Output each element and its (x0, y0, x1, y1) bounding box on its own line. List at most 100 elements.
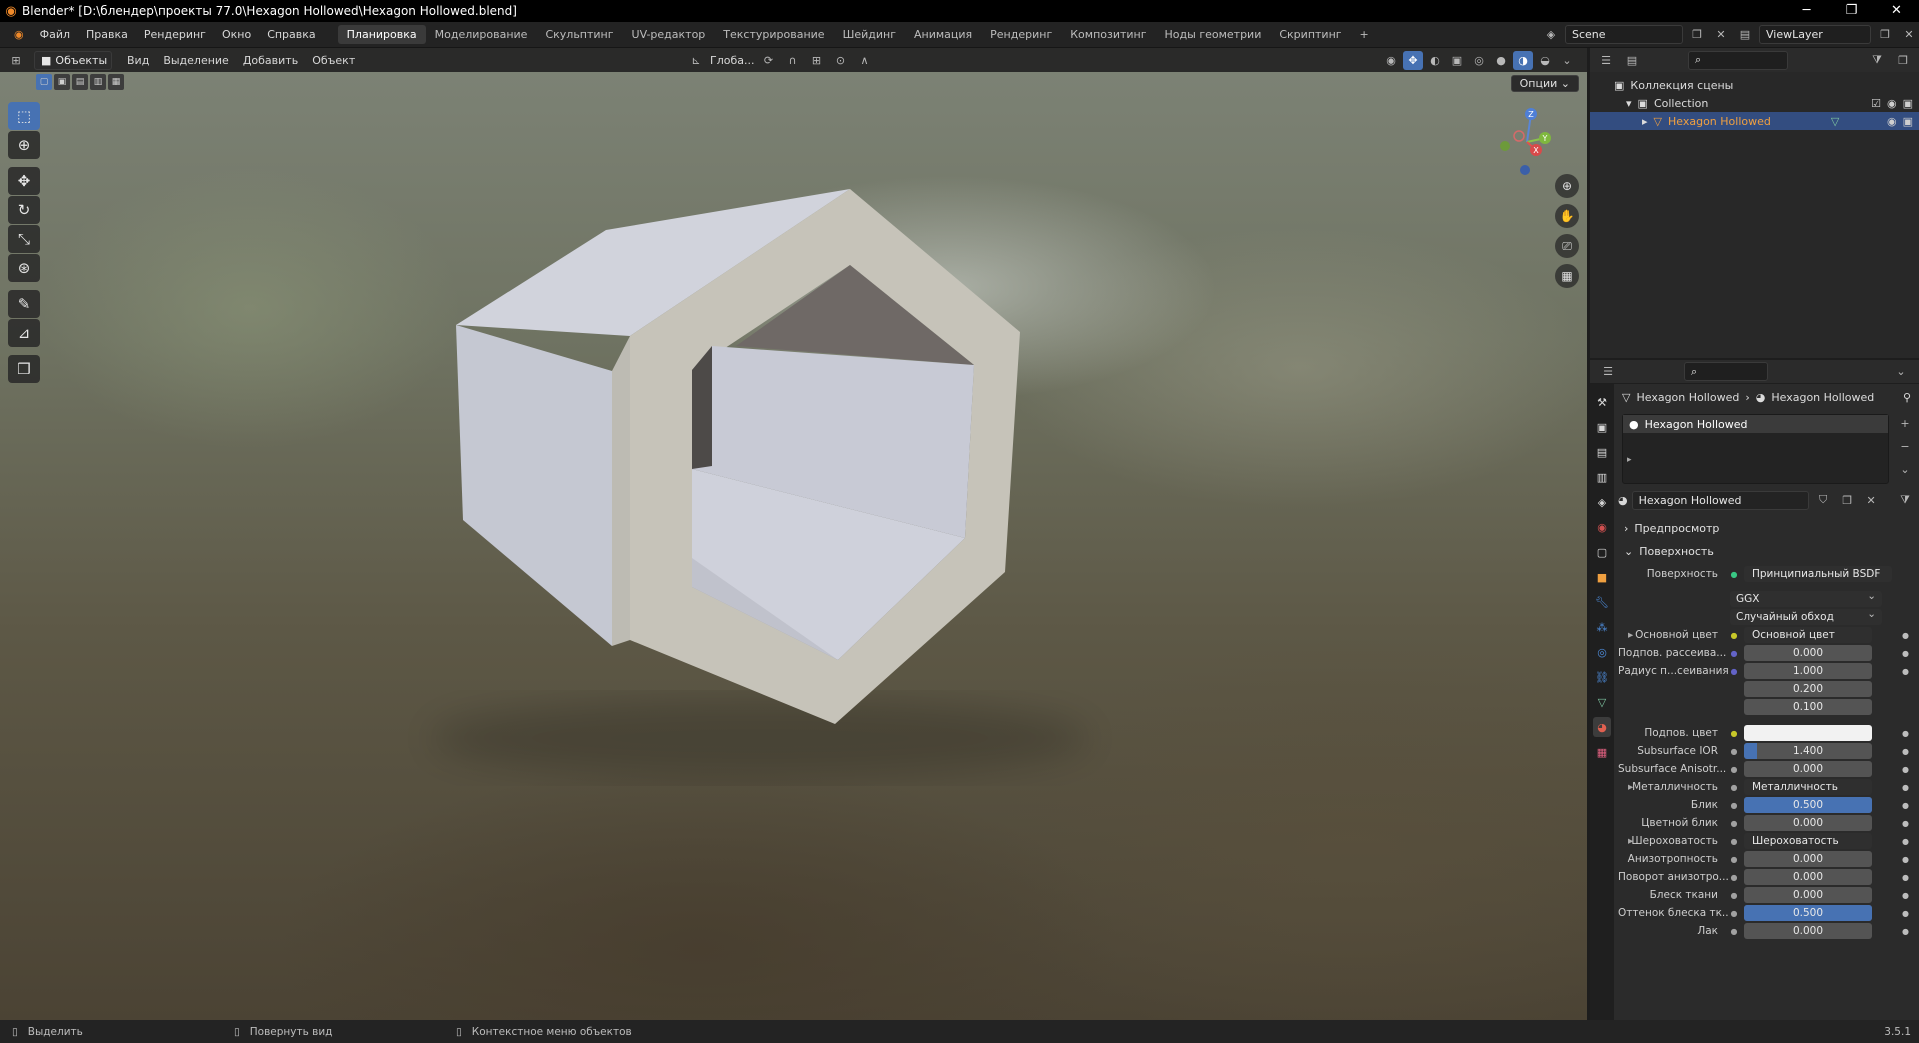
select-new-icon[interactable]: ▢ (36, 74, 52, 90)
select-intersect-icon[interactable]: ▦ (108, 74, 124, 90)
data-tab-icon[interactable]: ▽ (1593, 692, 1611, 712)
tab-modeling[interactable]: Моделирование (426, 25, 537, 44)
pan-hand-icon[interactable]: ✋ (1555, 204, 1579, 228)
collapse-arrow-icon[interactable]: ▾ (1626, 97, 1632, 110)
menu-render[interactable]: Рендеринг (136, 28, 214, 41)
keyframe-dot-icon[interactable]: ● (1902, 765, 1909, 774)
rotate-icon[interactable]: ↻ (8, 196, 40, 224)
value-slider[interactable]: 0.000 (1744, 869, 1872, 885)
material-filter-icon[interactable]: ⧩ (1895, 491, 1915, 510)
outliner-collection[interactable]: ▾ ▣ Collection ☑ ◉ ▣ (1590, 94, 1919, 112)
snap-icon[interactable]: ∩ (782, 51, 802, 70)
input-socket-icon[interactable]: ● (1728, 889, 1740, 901)
material-tab-icon[interactable]: ◕ (1593, 717, 1611, 737)
material-name-field[interactable]: Hexagon Hollowed (1631, 490, 1810, 510)
outliner-scene-collection[interactable]: ▣ Коллекция сцены (1590, 76, 1919, 94)
tab-sculpting[interactable]: Скульптинг (536, 25, 622, 44)
outliner-editor-type-icon[interactable]: ☰ (1596, 51, 1616, 70)
slot-specials-icon[interactable]: ⌄ (1895, 460, 1915, 479)
render-camera-icon[interactable]: ▣ (1903, 115, 1913, 128)
transform-orientation-icon[interactable]: ⊾ (686, 51, 706, 70)
visibility-icon[interactable]: ◉ (1381, 51, 1401, 70)
wireframe-shading-icon[interactable]: ◎ (1469, 51, 1489, 70)
rendered-shading-icon[interactable]: ◒ (1535, 51, 1555, 70)
input-socket-icon[interactable]: ● (1728, 763, 1740, 775)
input-socket-icon[interactable]: ● (1728, 799, 1740, 811)
world-tab-icon[interactable]: ◉ (1593, 517, 1611, 537)
output-tab-icon[interactable]: ▤ (1593, 442, 1611, 462)
scene-field[interactable]: Scene (1565, 25, 1683, 44)
gizmo-toggle-icon[interactable]: ✥ (1403, 50, 1423, 70)
select-extend-icon[interactable]: ▣ (54, 74, 70, 90)
tab-layout[interactable]: Планировка (337, 25, 426, 44)
input-socket-icon[interactable]: ● (1728, 665, 1740, 677)
input-socket-icon[interactable]: ● (1728, 853, 1740, 865)
close-button[interactable]: ✕ (1874, 0, 1919, 22)
menu-window[interactable]: Окно (214, 28, 259, 41)
scale-icon[interactable]: ⤡ (8, 225, 40, 253)
physics-tab-icon[interactable]: ◎ (1593, 642, 1611, 662)
distribution-dropdown[interactable]: GGX (1730, 588, 1882, 607)
keyframe-dot-icon[interactable]: ● (1902, 801, 1909, 810)
input-socket-icon[interactable]: ● (1728, 907, 1740, 919)
list-expand-arrow-icon[interactable]: ▸ (1627, 455, 1888, 465)
mode-select[interactable]: ■ Объекты (34, 50, 112, 70)
delete-scene-icon[interactable]: ✕ (1711, 25, 1731, 44)
solid-shading-icon[interactable]: ● (1491, 51, 1511, 70)
material-shading-icon[interactable]: ◑ (1513, 50, 1533, 70)
falloff-icon[interactable]: ∧ (854, 51, 874, 70)
keyframe-dot-icon[interactable]: ● (1902, 649, 1909, 658)
tab-shading[interactable]: Шейдинг (834, 25, 905, 44)
value-slider[interactable]: 1.400 (1744, 743, 1872, 759)
keyframe-dot-icon[interactable]: ● (1902, 819, 1909, 828)
keyframe-dot-icon[interactable]: ● (1902, 729, 1909, 738)
input-socket-icon[interactable]: ● (1728, 817, 1740, 829)
add-cube-icon[interactable]: ❒ (8, 355, 40, 383)
remove-slot-icon[interactable]: − (1895, 437, 1915, 456)
menu-add[interactable]: Добавить (236, 54, 305, 67)
material-slot-item[interactable]: ● Hexagon Hollowed (1623, 415, 1888, 433)
render-camera-icon[interactable]: ▣ (1903, 97, 1913, 110)
properties-search-input[interactable]: ⌕ (1684, 362, 1768, 381)
maximize-button[interactable]: ❐ (1829, 0, 1874, 22)
modifier-tab-icon[interactable]: 🔧︎ (1593, 592, 1611, 612)
cursor-icon[interactable]: ⊕ (8, 131, 40, 159)
view-layer-field[interactable]: ViewLayer (1759, 25, 1871, 44)
shader-socket-icon[interactable]: ● (1728, 568, 1740, 580)
value-slider[interactable]: 0.000 (1744, 887, 1872, 903)
value-slider[interactable]: 0.000 (1744, 761, 1872, 777)
menu-object[interactable]: Объект (305, 54, 362, 67)
view-layer-icon[interactable]: ▤ (1735, 25, 1755, 44)
perspective-grid-icon[interactable]: ▦ (1555, 264, 1579, 288)
tab-compositing[interactable]: Композитинг (1061, 25, 1155, 44)
add-workspace-button[interactable]: + (1351, 25, 1378, 44)
delete-view-layer-icon[interactable]: ✕ (1899, 25, 1919, 44)
tab-uv-editing[interactable]: UV-редактор (623, 25, 715, 44)
color-swatch[interactable] (1744, 725, 1872, 741)
tab-texture-paint[interactable]: Текстурирование (714, 25, 833, 44)
outliner-object-row[interactable]: ▸ ▽ Hexagon Hollowed ▽ ◉ ▣ (1590, 112, 1919, 130)
input-socket-icon[interactable]: ● (1728, 629, 1740, 641)
input-socket-icon[interactable]: ● (1728, 835, 1740, 847)
navigation-gizmo[interactable]: Z Y X (1487, 100, 1567, 180)
render-tab-icon[interactable]: ▣ (1593, 417, 1611, 437)
value-slider[interactable]: 0.200 (1744, 681, 1872, 697)
options-dropdown[interactable]: Опции ⌄ (1510, 75, 1579, 92)
object-tab-icon[interactable]: ■ (1593, 567, 1611, 587)
expand-arrow-icon[interactable]: ▸ (1642, 115, 1648, 128)
duplicate-material-icon[interactable]: ❐ (1837, 491, 1857, 510)
select-subtract-icon[interactable]: ▤ (72, 74, 88, 90)
checkbox-icon[interactable]: ☑ (1871, 97, 1881, 110)
menu-select[interactable]: Выделение (156, 54, 236, 67)
shading-options-icon[interactable]: ⌄ (1557, 51, 1577, 70)
input-socket-icon[interactable]: ● (1728, 647, 1740, 659)
value-slider[interactable]: 1.000 (1744, 663, 1872, 679)
select-invert-icon[interactable]: ▥ (90, 74, 106, 90)
scene-icon[interactable]: ◈ (1541, 25, 1561, 44)
menu-help[interactable]: Справка (259, 28, 323, 41)
collection-tab-icon[interactable]: ▢ (1593, 542, 1611, 562)
xray-icon[interactable]: ▣ (1447, 51, 1467, 70)
value-slider[interactable]: 0.500 (1744, 905, 1872, 921)
preview-panel-header[interactable]: › Предпросмотр (1618, 518, 1919, 538)
editor-type-icon[interactable]: ⊞ (6, 51, 26, 70)
